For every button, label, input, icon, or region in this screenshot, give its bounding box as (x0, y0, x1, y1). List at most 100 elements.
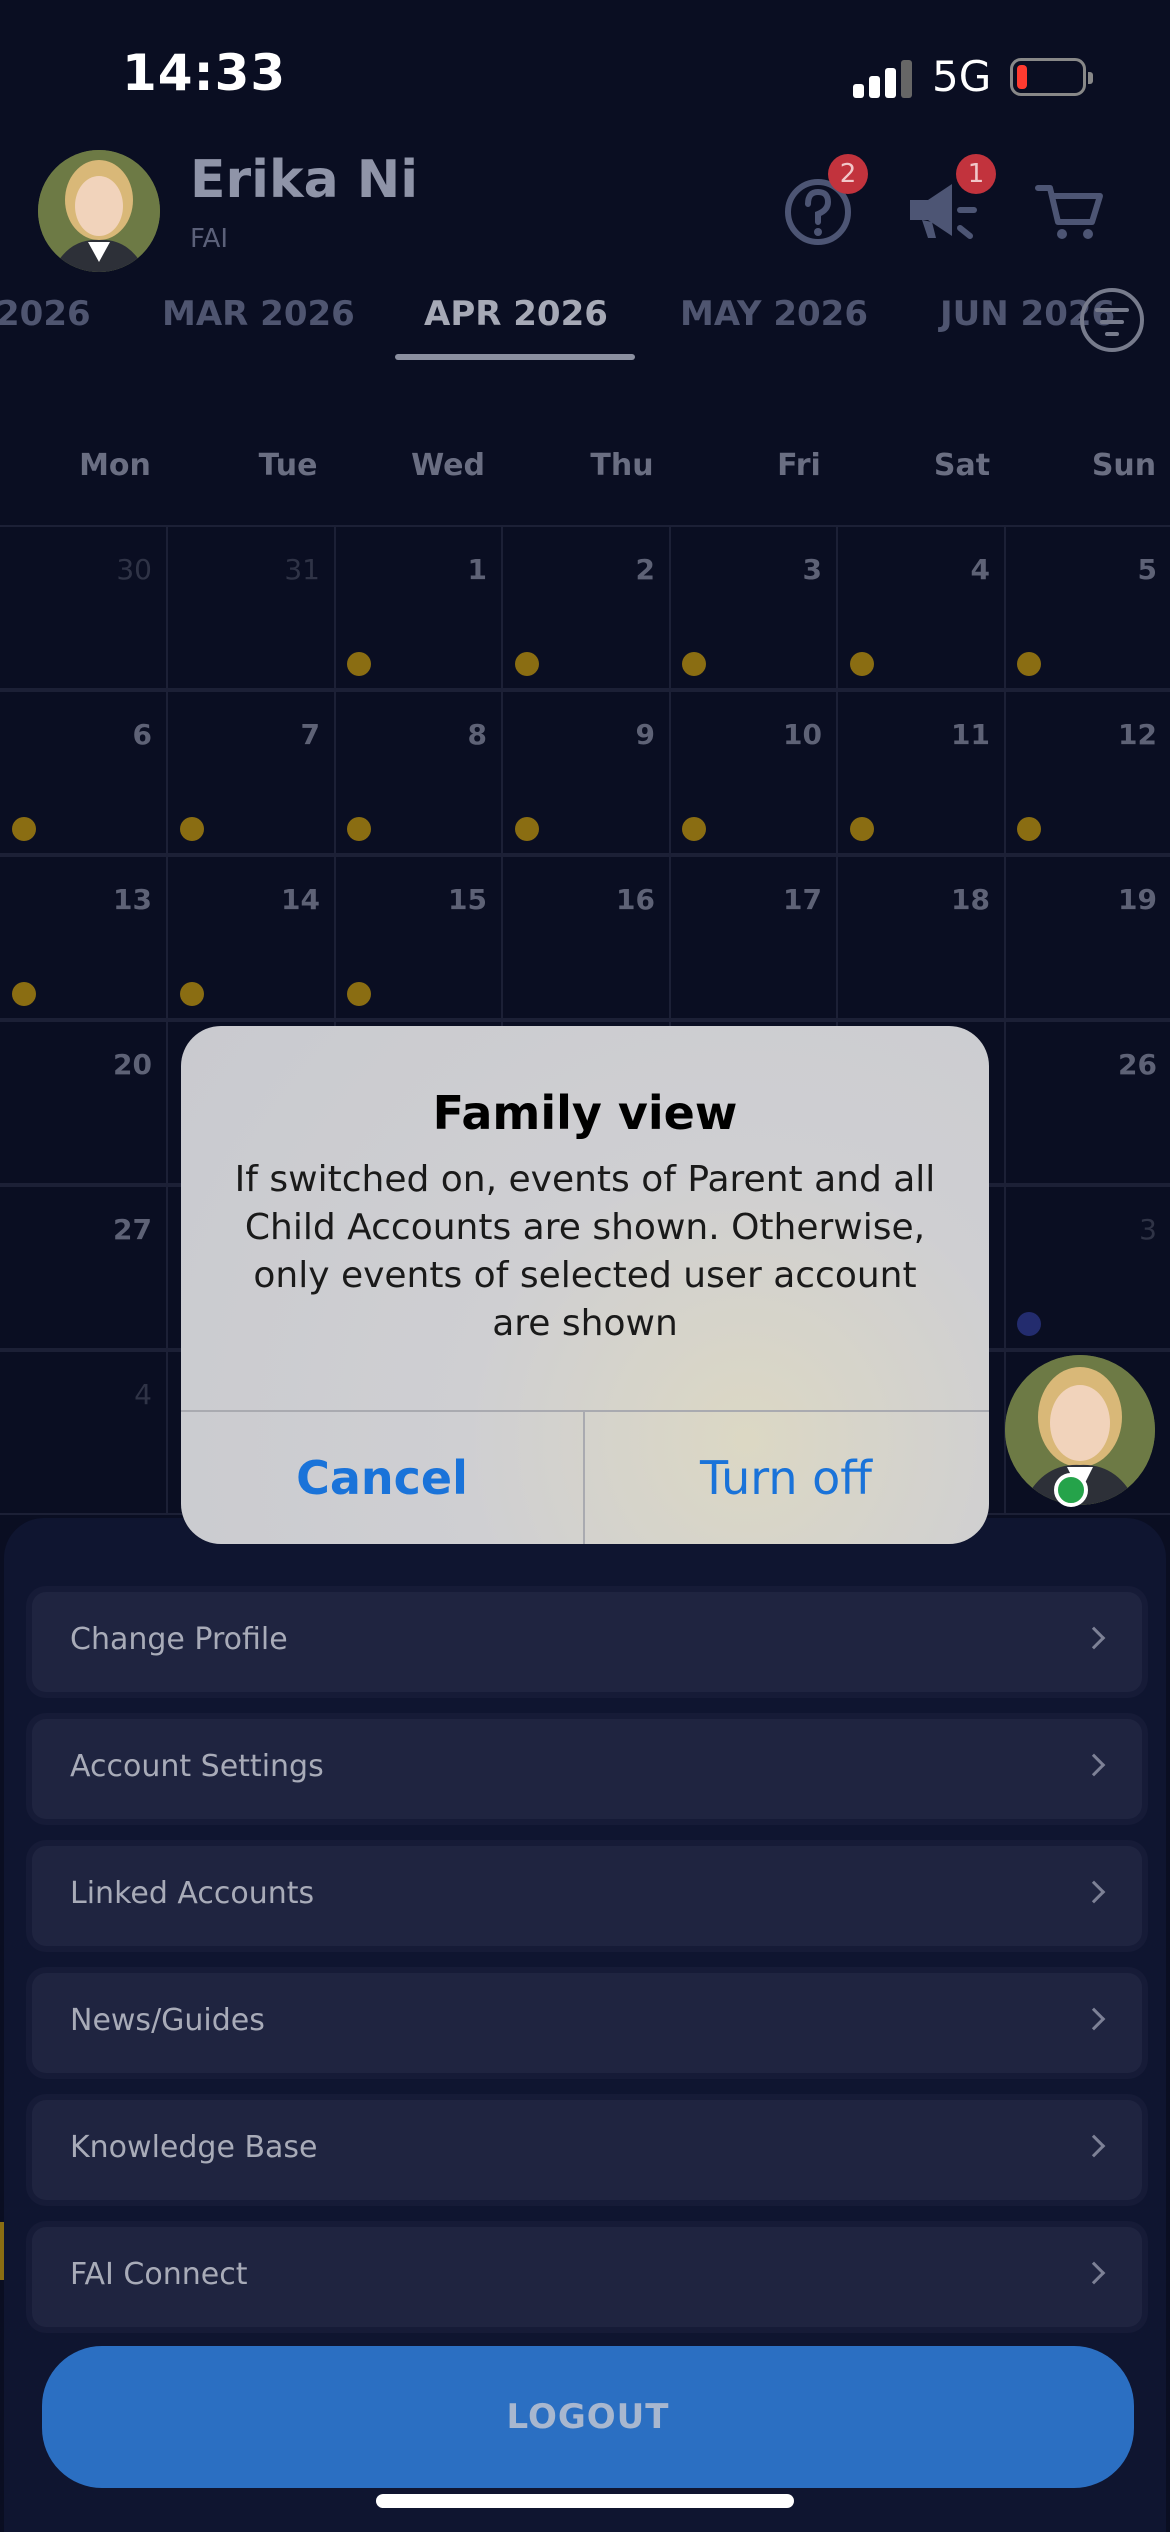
event-dot (515, 652, 539, 676)
calendar-day-number: 2 (635, 553, 655, 586)
calendar-day-cell[interactable]: 19 (1005, 855, 1170, 1020)
weekday-wed: Wed (411, 448, 485, 483)
dialog-title: Family view (432, 1086, 738, 1140)
chevron-right-icon (1082, 1626, 1106, 1650)
calendar-day-number: 5 (1137, 553, 1157, 586)
calendar-day-cell[interactable]: 30 (0, 525, 168, 690)
weekday-fri: Fri (777, 448, 821, 483)
calendar-day-cell[interactable]: 4 (838, 525, 1006, 690)
calendar-day-cell[interactable]: 14 (168, 855, 336, 1020)
calendar-day-cell[interactable]: 12 (1005, 690, 1170, 855)
event-dot (850, 817, 874, 841)
chevron-right-icon (1082, 1753, 1106, 1777)
calendar-day-number: 1 (467, 553, 487, 586)
filter-icon[interactable] (1080, 288, 1144, 352)
calendar-day-number: 4 (970, 553, 990, 586)
menu-item-knowledge-base[interactable]: Knowledge Base (32, 2100, 1142, 2200)
calendar-day-number: 18 (951, 883, 990, 916)
calendar-day-number: 3 (1139, 1213, 1157, 1246)
calendar-day-cell[interactable]: 20 (0, 1020, 168, 1185)
menu-item-news-guides[interactable]: News/Guides (32, 1973, 1142, 2073)
calendar-day-number: 31 (284, 553, 320, 586)
menu-item-label: Account Settings (70, 1749, 324, 1784)
calendar-day-cell[interactable]: 7 (168, 690, 336, 855)
event-dot (12, 982, 36, 1006)
logout-button[interactable]: LOGOUT (42, 2346, 1134, 2488)
home-indicator (376, 2494, 794, 2508)
event-dot (12, 817, 36, 841)
calendar-day-number: 27 (113, 1213, 152, 1246)
weekday-tue: Tue (258, 448, 318, 483)
calendar-day-cell[interactable]: 15 (335, 855, 503, 1020)
calendar-day-number: 4 (134, 1378, 152, 1411)
calendar-day-cell[interactable]: 18 (838, 855, 1006, 1020)
calendar-day-cell[interactable]: 6 (0, 690, 168, 855)
announcements-badge: 1 (956, 154, 996, 194)
weekday-thu: Thu (590, 448, 654, 483)
menu-item-fai-connect[interactable]: FAI Connect (32, 2227, 1142, 2327)
calendar-day-number: 3 (802, 553, 822, 586)
turn-off-button[interactable]: Turn off (585, 1412, 987, 1544)
event-dot (1017, 1312, 1041, 1336)
calendar-day-cell[interactable]: 31 (168, 525, 336, 690)
calendar-day-number: 6 (132, 718, 152, 751)
help-icon[interactable]: 2 (778, 154, 868, 250)
side-accent (0, 2222, 4, 2280)
calendar-day-number: 14 (281, 883, 320, 916)
chevron-right-icon (1082, 2261, 1106, 2285)
calendar-day-cell[interactable]: 13 (0, 855, 168, 1020)
event-dot (1017, 652, 1041, 676)
calendar-day-cell[interactable]: 2 (503, 525, 671, 690)
menu-item-label: Knowledge Base (70, 2130, 318, 2165)
calendar-day-number: 15 (448, 883, 487, 916)
weekday-sun: Sun (1091, 448, 1157, 483)
calendar-day-cell[interactable]: 8 (335, 690, 503, 855)
calendar-day-number: 20 (113, 1048, 152, 1081)
menu-item-linked-accounts[interactable]: Linked Accounts (32, 1846, 1142, 1946)
cart-icon[interactable] (1030, 170, 1110, 250)
cancel-button[interactable]: Cancel (181, 1412, 583, 1544)
event-dot (515, 817, 539, 841)
weekday-sat: Sat (933, 448, 991, 483)
calendar-day-number: 12 (1118, 718, 1157, 751)
menu-item-change-profile[interactable]: Change Profile (32, 1592, 1142, 1692)
chevron-right-icon (1082, 2134, 1106, 2158)
menu-item-label: FAI Connect (70, 2257, 248, 2292)
calendar-day-cell[interactable]: 17 (670, 855, 838, 1020)
tab-apr-2026[interactable]: APR 2026 (424, 294, 608, 334)
calendar-day-number: 17 (783, 883, 822, 916)
calendar-day-cell[interactable]: 1 (335, 525, 503, 690)
menu-item-label: Linked Accounts (70, 1876, 315, 1911)
calendar-day-cell[interactable]: 11 (838, 690, 1006, 855)
calendar-day-cell[interactable]: 3 (670, 525, 838, 690)
chevron-right-icon (1082, 2007, 1106, 2031)
calendar-day-number: 9 (635, 718, 655, 751)
calendar-day-cell[interactable]: 16 (503, 855, 671, 1020)
status-time: 14:33 (122, 44, 287, 102)
tab-mar-2026[interactable]: MAR 2026 (162, 294, 355, 334)
calendar-day-number: 16 (616, 883, 655, 916)
calendar-day-cell[interactable]: 4 (0, 1350, 168, 1515)
chevron-right-icon (1082, 1880, 1106, 1904)
battery-icon (1010, 58, 1093, 96)
family-view-dialog: Family view If switched on, events of Pa… (181, 1026, 989, 1544)
calendar-day-cell[interactable]: 3 (1005, 1185, 1170, 1350)
calendar-day-cell[interactable]: 5 (1005, 525, 1170, 690)
calendar-day-cell[interactable]: 27 (0, 1185, 168, 1350)
menu-item-label: Change Profile (70, 1622, 288, 1657)
calendar-day-cell[interactable]: 26 (1005, 1020, 1170, 1185)
weekday-mon: Mon (79, 448, 151, 483)
event-dot (682, 817, 706, 841)
menu-item-account-settings[interactable]: Account Settings (32, 1719, 1142, 1819)
calendar-day-number: 7 (300, 718, 320, 751)
tab-may-2026[interactable]: MAY 2026 (680, 294, 868, 334)
tab-feb-2026[interactable]: 2026 (0, 294, 91, 334)
avatar[interactable] (38, 150, 160, 272)
calendar-day-number: 13 (113, 883, 152, 916)
calendar-day-cell[interactable]: 10 (670, 690, 838, 855)
menu-item-label: News/Guides (70, 2003, 265, 2038)
megaphone-icon[interactable]: 1 (900, 154, 996, 250)
calendar-day-number: 30 (116, 553, 152, 586)
calendar-day-cell[interactable]: 9 (503, 690, 671, 855)
network-label: 5G (932, 52, 992, 101)
